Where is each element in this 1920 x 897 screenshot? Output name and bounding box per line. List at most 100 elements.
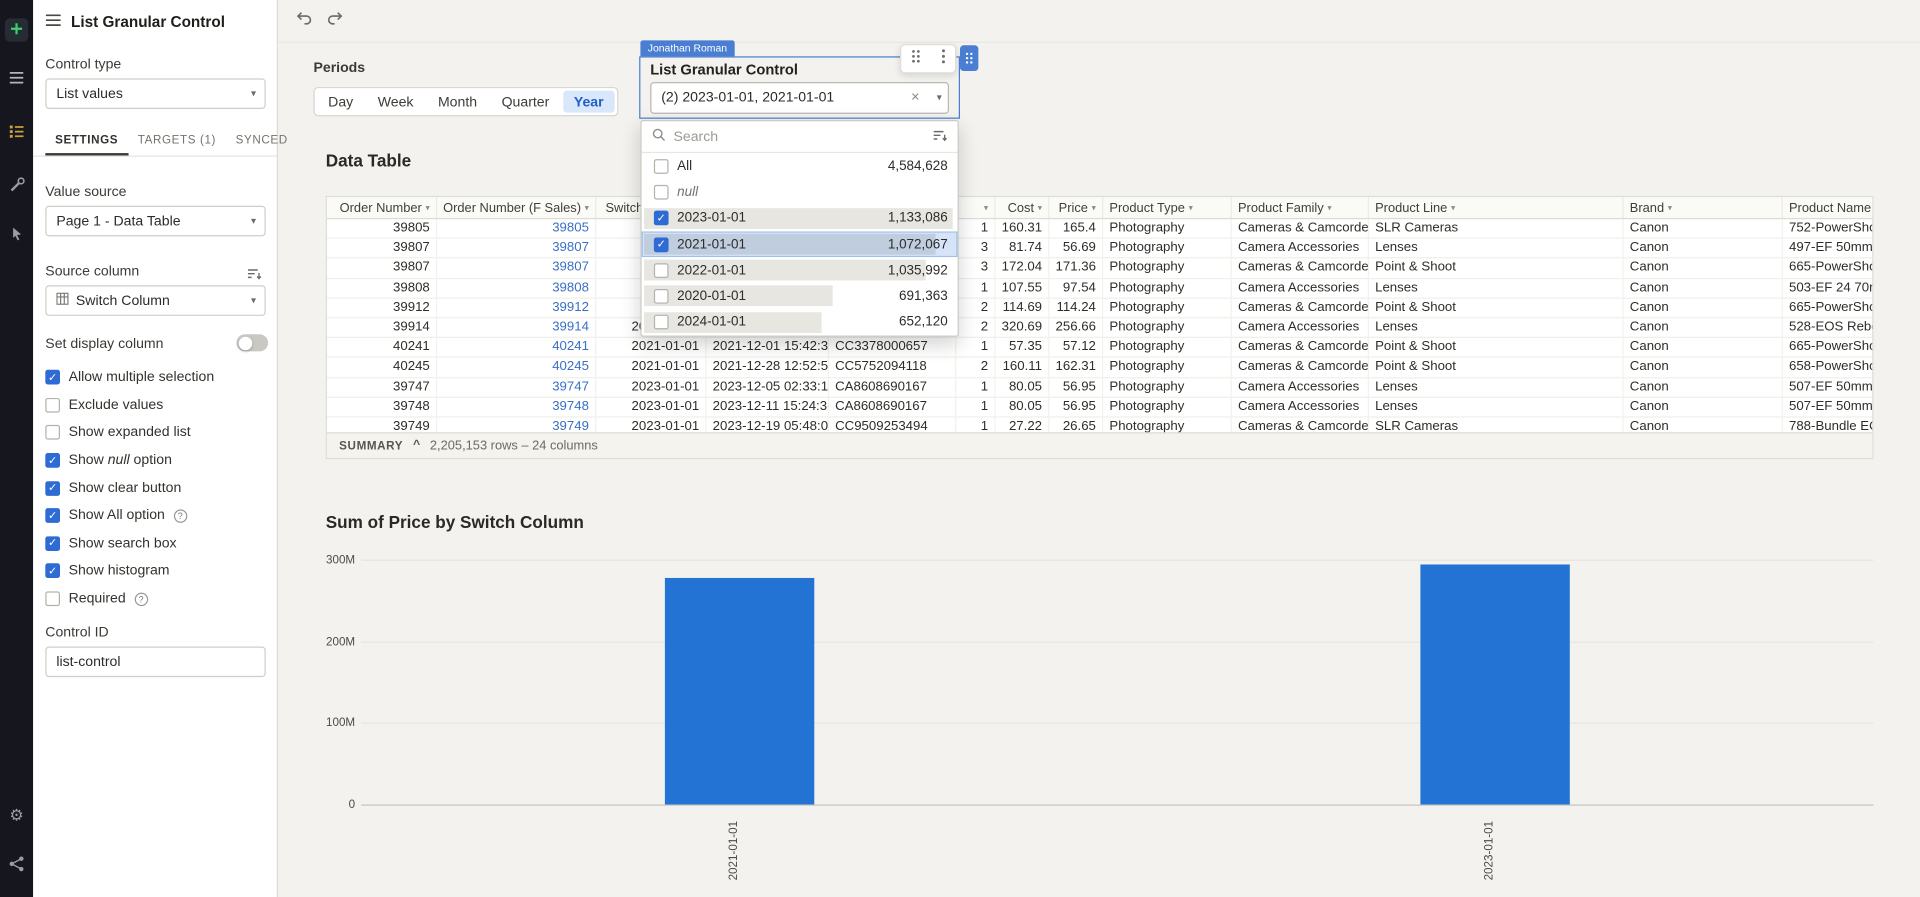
- order-link-cell[interactable]: 40245: [437, 357, 597, 377]
- period-day[interactable]: Day: [317, 91, 364, 113]
- checkbox[interactable]: [653, 315, 669, 330]
- order-link-cell[interactable]: 40241: [437, 338, 597, 357]
- column-header-price[interactable]: Price ▾: [1049, 197, 1104, 218]
- order-link-cell[interactable]: 39807: [437, 258, 597, 278]
- table-cell: 39808: [327, 278, 438, 298]
- periods-title: Periods: [313, 61, 366, 76]
- tab-settings[interactable]: SETTINGS: [45, 124, 128, 156]
- panel-menu-icon[interactable]: [45, 11, 61, 33]
- checkbox[interactable]: ✓: [45, 453, 60, 468]
- summary-label: SUMMARY: [339, 438, 404, 453]
- column-header-product-line[interactable]: Product Line ▾: [1369, 197, 1624, 218]
- value-option-null[interactable]: null: [642, 179, 958, 205]
- order-link-cell[interactable]: 39749: [437, 417, 597, 433]
- collapse-chevron-icon[interactable]: ^: [413, 439, 420, 451]
- order-link-cell[interactable]: 39805: [437, 219, 597, 238]
- kebab-menu-icon[interactable]: [941, 48, 945, 70]
- checkbox[interactable]: [45, 397, 60, 413]
- checkbox[interactable]: ✓: [45, 508, 60, 524]
- table-cell: 658-PowerShot S: [1783, 358, 1872, 377]
- remote-drag-handle[interactable]: [959, 45, 979, 72]
- table-cell: Lenses: [1369, 278, 1624, 298]
- checkbox[interactable]: ✓: [45, 370, 60, 385]
- tab-synced[interactable]: SYNCED: [226, 124, 298, 156]
- table-cell: Photography: [1103, 417, 1232, 433]
- checkbox[interactable]: [45, 591, 60, 607]
- value-option-2023-01-01[interactable]: ✓ 2023-01-01 1,133,086: [642, 205, 958, 231]
- source-column-select[interactable]: Switch Column ▾: [45, 285, 266, 316]
- checkbox[interactable]: ✓: [45, 563, 60, 579]
- sort-icon[interactable]: [933, 126, 948, 148]
- order-link-cell[interactable]: 39748: [437, 397, 597, 417]
- sort-icon[interactable]: [247, 264, 262, 286]
- display-column-toggle[interactable]: [236, 334, 269, 352]
- option-required[interactable]: Required?: [33, 585, 277, 613]
- value-option-2021-01-01[interactable]: ✓ 2021-01-01 1,072,067: [641, 231, 958, 258]
- clear-icon[interactable]: ×: [911, 88, 920, 105]
- checkbox[interactable]: [653, 263, 669, 278]
- checkbox[interactable]: ✓: [45, 480, 60, 496]
- checkbox[interactable]: ✓: [653, 210, 669, 226]
- column-header-5[interactable]: ▾: [956, 197, 996, 218]
- search-input[interactable]: Search: [673, 129, 925, 144]
- option-show-all-option[interactable]: ✓ Show All option?: [33, 502, 277, 530]
- value-source-select[interactable]: Page 1 - Data Table ▾: [45, 205, 266, 237]
- order-link-cell[interactable]: 39807: [437, 239, 597, 258]
- column-header-product-family[interactable]: Product Family ▾: [1232, 197, 1369, 218]
- table-header-row: Order Number ▾ Order Number (F Sales) ▾ Swit…: [326, 197, 1873, 220]
- option-show-search-box[interactable]: ✓ Show search box: [33, 530, 277, 558]
- control-id-input[interactable]: list-control: [45, 646, 266, 678]
- checkbox[interactable]: [653, 158, 669, 174]
- checkbox[interactable]: [45, 425, 60, 441]
- column-header-order-number[interactable]: Order Number ▾: [327, 197, 438, 218]
- option-allow-multiple-selection[interactable]: ✓ Allow multiple selection: [33, 364, 277, 392]
- table-cell: 40245: [327, 357, 438, 377]
- order-link-cell[interactable]: 39808: [437, 278, 597, 298]
- period-year[interactable]: Year: [562, 90, 615, 113]
- column-header-product-type[interactable]: Product Type ▾: [1103, 197, 1232, 218]
- option-show-null-option[interactable]: ✓ Show null option: [33, 447, 277, 475]
- settings-gear-icon[interactable]: ⚙: [7, 806, 25, 824]
- column-header-cost[interactable]: Cost ▾: [996, 197, 1050, 218]
- option-show-expanded-list[interactable]: Show expanded list: [33, 419, 277, 447]
- period-week[interactable]: Week: [367, 91, 425, 113]
- order-link-cell[interactable]: 39914: [437, 318, 597, 337]
- option-show-histogram[interactable]: ✓ Show histogram: [33, 557, 277, 585]
- control-type-select[interactable]: List values ▾: [45, 78, 266, 109]
- option-exclude-values[interactable]: Exclude values: [33, 391, 277, 419]
- elements-icon[interactable]: [7, 122, 25, 140]
- checkbox[interactable]: [653, 289, 669, 304]
- undo-icon[interactable]: [295, 9, 313, 32]
- column-header-order-number-f-sales[interactable]: Order Number (F Sales) ▾: [437, 197, 597, 218]
- column-header-product-name[interactable]: Product Name▾: [1783, 197, 1872, 218]
- value-option-2020-01-01[interactable]: 2020-01-01 691,363: [642, 283, 958, 309]
- drag-handle-icon[interactable]: [911, 48, 921, 70]
- share-nodes-icon[interactable]: [7, 855, 25, 873]
- option-count: 1,035,992: [887, 263, 948, 278]
- order-link-cell[interactable]: 39912: [437, 298, 597, 318]
- gridline: [361, 804, 1874, 806]
- checkbox[interactable]: ✓: [45, 536, 60, 551]
- checkbox[interactable]: [653, 184, 669, 200]
- formulas-wrench-icon[interactable]: [7, 175, 25, 193]
- chevron-down-icon[interactable]: ▾: [937, 92, 942, 103]
- pages-icon[interactable]: [7, 69, 25, 87]
- control-value-input[interactable]: (2) 2023-01-01, 2021-01-01: [650, 82, 949, 114]
- redo-icon[interactable]: [326, 9, 344, 32]
- column-header-brand[interactable]: Brand ▾: [1624, 197, 1783, 218]
- checkbox-label: Show clear button: [68, 480, 182, 496]
- period-quarter[interactable]: Quarter: [491, 91, 561, 113]
- tab-targets-1[interactable]: TARGETS (1): [128, 124, 226, 156]
- order-link-cell[interactable]: 39747: [437, 377, 597, 397]
- period-month[interactable]: Month: [427, 91, 488, 113]
- checkbox[interactable]: ✓: [653, 236, 669, 252]
- create-new-button[interactable]: [4, 18, 29, 42]
- value-option-2022-01-01[interactable]: 2022-01-01 1,035,992: [642, 257, 958, 283]
- value-option-2024-01-01[interactable]: 2024-01-01 652,120: [642, 310, 958, 336]
- pointer-icon[interactable]: [7, 224, 25, 242]
- chart-bar[interactable]: [664, 578, 814, 805]
- chart-bar[interactable]: [1420, 564, 1571, 805]
- option-show-clear-button[interactable]: ✓ Show clear button: [33, 474, 277, 502]
- value-option-all[interactable]: All 4,584,628: [642, 153, 958, 179]
- workbook-app: ⚙ List Granular Control Control type Lis…: [0, 0, 1920, 897]
